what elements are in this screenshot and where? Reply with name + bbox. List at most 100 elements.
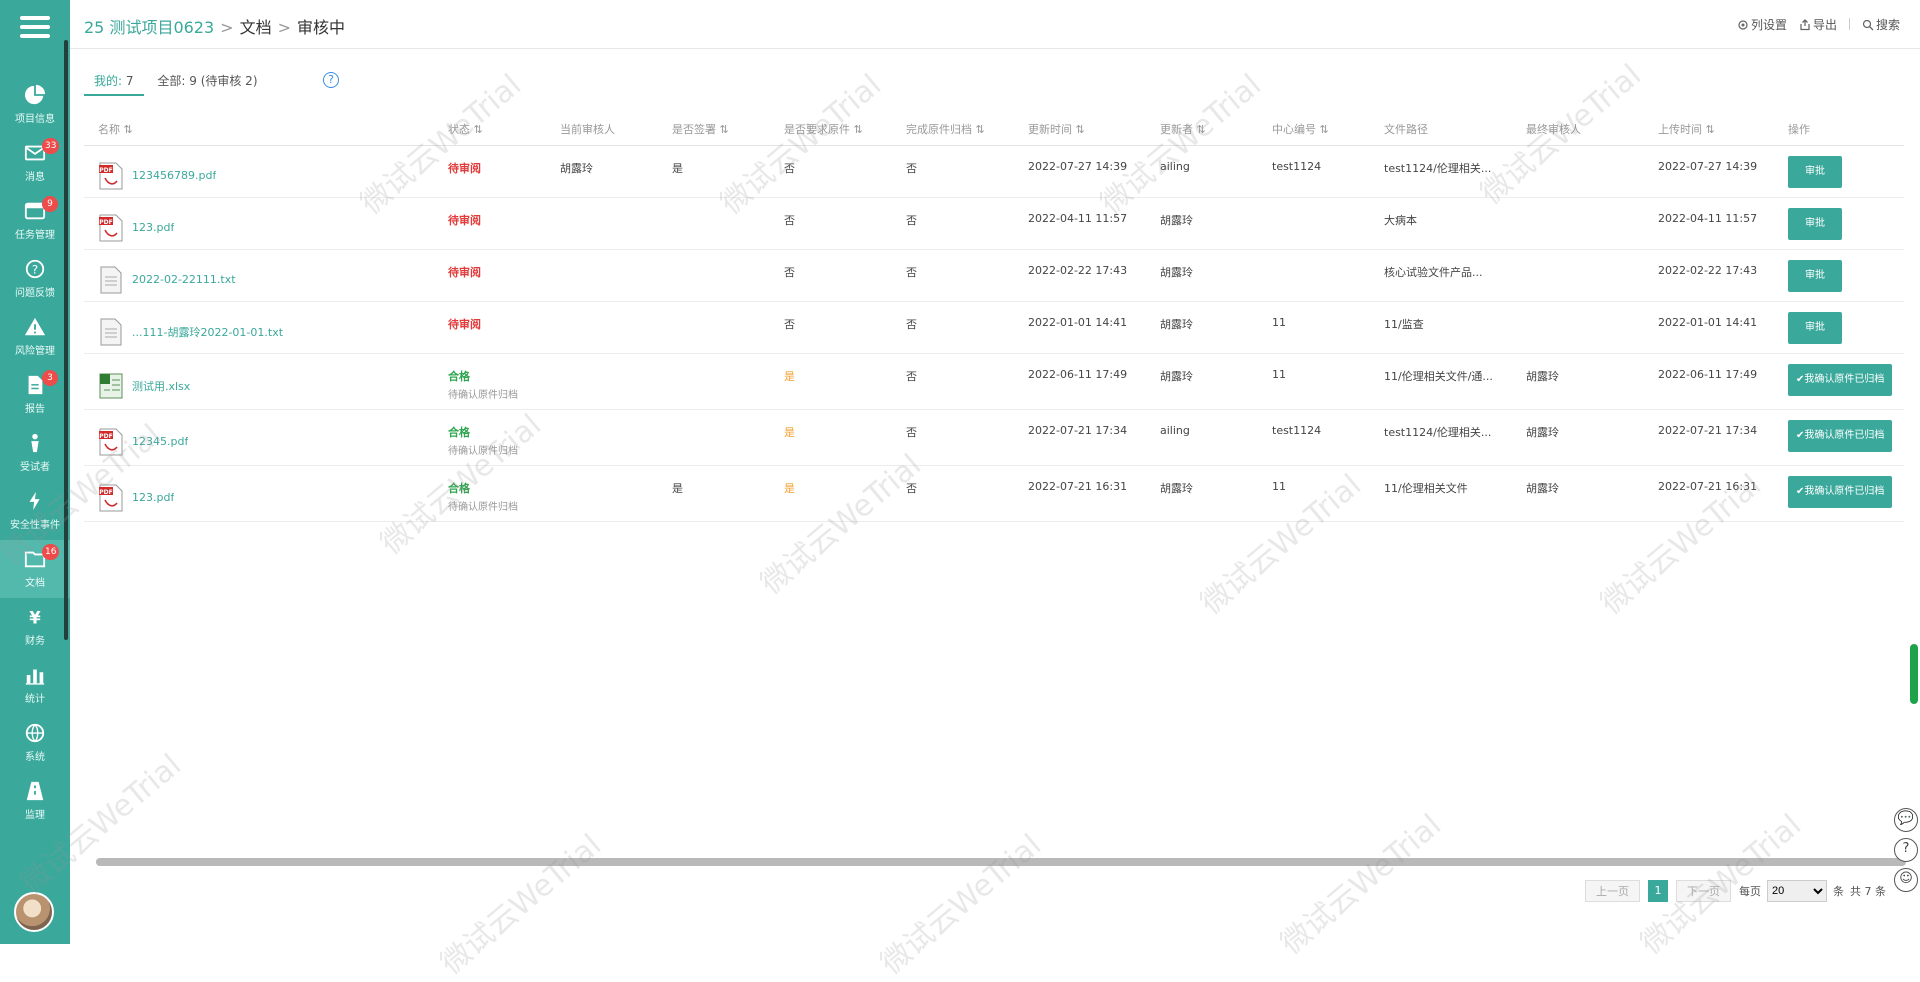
table-row[interactable]: PDF 123.pdf 合格 待确认原件归档 是 是 否 2022-07-21 16:31 胡露…	[84, 466, 1904, 522]
column-header[interactable]: 文件路径	[1370, 114, 1512, 145]
breadcrumb-section[interactable]: 文档	[240, 18, 272, 37]
file-link[interactable]: 2022-02-22111.txt	[132, 273, 236, 286]
upload-time-cell: 2022-07-21 17:34	[1658, 424, 1758, 437]
sidebar-item-issues[interactable]: ? 问题反馈	[0, 250, 70, 308]
column-header[interactable]: 名称 ⇅	[84, 114, 434, 145]
actions-cell: 审批	[1774, 198, 1904, 249]
table-row[interactable]: PDF 123456789.pdf 待审阅 胡露玲 是 否 否 2022-07-27 14:3…	[84, 146, 1904, 198]
table-row[interactable]: PDF 123.pdf 待审阅 否 否 2022-04-11 11:57 胡露玲 大病本 202…	[84, 198, 1904, 250]
sidebar-item-reports[interactable]: 报告 3	[0, 366, 70, 424]
tab-all-label: 全部:	[157, 74, 186, 88]
file-link[interactable]: 测试用.xlsx	[132, 378, 190, 394]
tab-mine[interactable]: 我的: 7	[84, 70, 144, 96]
sidebar-item-finance[interactable]: ¥ 财务	[0, 598, 70, 656]
file-link[interactable]: 12345.pdf	[132, 435, 188, 448]
column-header[interactable]: 是否签署 ⇅	[658, 114, 770, 145]
file-link[interactable]: 123.pdf	[132, 221, 174, 234]
actions-cell: ✔我确认原件已归档	[1774, 466, 1904, 521]
sidebar-item-label: 财务	[25, 636, 45, 647]
breadcrumb-project[interactable]: 25 测试项目0623	[84, 18, 214, 37]
table-row[interactable]: 测试用.xlsx 合格 待确认原件归档 是 否 2022-06-11 17:49 胡露玲 11…	[84, 354, 1904, 410]
status-cell: 合格 待确认原件归档	[434, 466, 546, 521]
column-header[interactable]: 中心编号 ⇅	[1258, 114, 1370, 145]
column-header[interactable]: 操作	[1774, 114, 1904, 145]
lightning-icon	[29, 491, 40, 511]
column-settings-action[interactable]: 列设置	[1737, 16, 1787, 33]
column-header[interactable]: 上传时间 ⇅	[1644, 114, 1774, 145]
svg-text:PDF: PDF	[99, 489, 112, 496]
sidebar-item-subjects[interactable]: 受试者	[0, 424, 70, 482]
gear-icon	[1738, 20, 1748, 30]
file-name-cell: PDF 123.pdf	[84, 466, 434, 521]
center-number-cell: 11	[1272, 316, 1286, 329]
updated-time-cell: 2022-07-27 14:39	[1028, 160, 1128, 173]
column-header[interactable]: 是否要求原件 ⇅	[770, 114, 892, 145]
help-circle-icon[interactable]: ?	[323, 72, 339, 88]
file-link[interactable]: 123.pdf	[132, 491, 174, 504]
current-reviewer-cell: 胡露玲	[560, 162, 593, 175]
sidebar-item-supervise[interactable]: 监理	[0, 772, 70, 830]
file-link[interactable]: 123456789.pdf	[132, 169, 216, 182]
updater-cell: 胡露玲	[1160, 370, 1193, 383]
txt-file-icon	[100, 318, 122, 345]
approve-button[interactable]: 审批	[1788, 260, 1842, 292]
final-reviewer-cell	[1512, 302, 1644, 353]
status-badge: 合格	[448, 482, 470, 495]
scrollbar-thumb[interactable]	[96, 858, 1906, 866]
table-horizontal-scrollbar[interactable]	[96, 858, 1906, 866]
tab-mine-label: 我的:	[94, 74, 123, 88]
search-action[interactable]: 搜索	[1862, 16, 1900, 33]
approve-button[interactable]: 审批	[1788, 156, 1842, 188]
sidebar-item-stats[interactable]: 统计	[0, 656, 70, 714]
approve-button[interactable]: 审批	[1788, 208, 1842, 240]
breadcrumb-separator: >	[220, 18, 234, 37]
export-action[interactable]: 导出	[1799, 16, 1837, 33]
chat-icon[interactable]: 💬	[1894, 808, 1918, 832]
table-row[interactable]: PDF 12345.pdf 合格 待确认原件归档 是 否 2022-07-21 17:34 a…	[84, 410, 1904, 466]
tab-all-pending: (待审核 2)	[200, 74, 258, 88]
tab-all[interactable]: 全部: 9 (待审核 2)	[147, 70, 267, 96]
table-row[interactable]: ...111-胡露玲2022-01-01.txt 待审阅 否 否 2022-01-01 …	[84, 302, 1904, 354]
approve-button[interactable]: 审批	[1788, 312, 1842, 344]
sidebar-item-docs[interactable]: 文档 16	[0, 540, 70, 598]
column-header[interactable]: 状态 ⇅	[434, 114, 546, 145]
sidebar-item-tasks[interactable]: 任务管理 9	[0, 192, 70, 250]
column-header[interactable]: 更新者 ⇅	[1146, 114, 1258, 145]
final-reviewer-cell	[1512, 146, 1644, 197]
upload-time-cell: 2022-02-22 17:43	[1658, 264, 1758, 277]
sidebar-item-messages[interactable]: 消息 33	[0, 134, 70, 192]
file-link[interactable]: ...111-胡露玲2022-01-01.txt	[132, 324, 283, 340]
page-size-select[interactable]: 20	[1767, 880, 1827, 902]
confirm-archived-button[interactable]: ✔我确认原件已归档	[1788, 364, 1893, 396]
sidebar-item-project-info[interactable]: 项目信息	[0, 76, 70, 134]
column-header[interactable]: 当前审核人	[546, 114, 658, 145]
status-cell: 待审阅	[434, 250, 546, 301]
breadcrumb-current: 审核中	[297, 18, 346, 37]
avatar[interactable]	[14, 892, 54, 932]
sidebar-scrollbar[interactable]	[64, 40, 68, 640]
page-number-current[interactable]: 1	[1648, 880, 1668, 902]
updater-cell: 胡露玲	[1160, 214, 1193, 227]
sidebar-item-settings[interactable]: 系统	[0, 714, 70, 772]
original-required-cell: 否	[784, 266, 795, 279]
prev-page-button[interactable]: 上一页	[1585, 880, 1640, 902]
confirm-archived-button[interactable]: ✔我确认原件已归档	[1788, 476, 1893, 508]
per-page-unit: 条	[1833, 885, 1844, 898]
next-page-button[interactable]: 下一页	[1676, 880, 1731, 902]
service-icon[interactable]: ☺	[1894, 868, 1918, 892]
sidebar-item-risk[interactable]: 风险管理	[0, 308, 70, 366]
help-icon[interactable]: ?	[1894, 838, 1918, 862]
sidebar-item-label: 消息	[25, 172, 45, 183]
final-reviewer-cell: 胡露玲	[1526, 370, 1559, 383]
confirm-archived-button[interactable]: ✔我确认原件已归档	[1788, 420, 1893, 452]
column-header[interactable]: 更新时间 ⇅	[1014, 114, 1146, 145]
tab-mine-count: 7	[125, 74, 134, 88]
table-row[interactable]: 2022-02-22111.txt 待审阅 否 否 2022-02-22 17:43 胡露…	[84, 250, 1904, 302]
pie-chart-icon	[24, 84, 46, 105]
menu-toggle-icon[interactable]	[20, 16, 50, 40]
sidebar-item-safety[interactable]: 安全性事件	[0, 482, 70, 540]
column-header[interactable]: 最终审核人	[1512, 114, 1644, 145]
sidebar-item-label: 文档	[25, 578, 45, 589]
column-header[interactable]: 完成原件归档 ⇅	[892, 114, 1014, 145]
page-scrollbar[interactable]	[1910, 644, 1918, 704]
